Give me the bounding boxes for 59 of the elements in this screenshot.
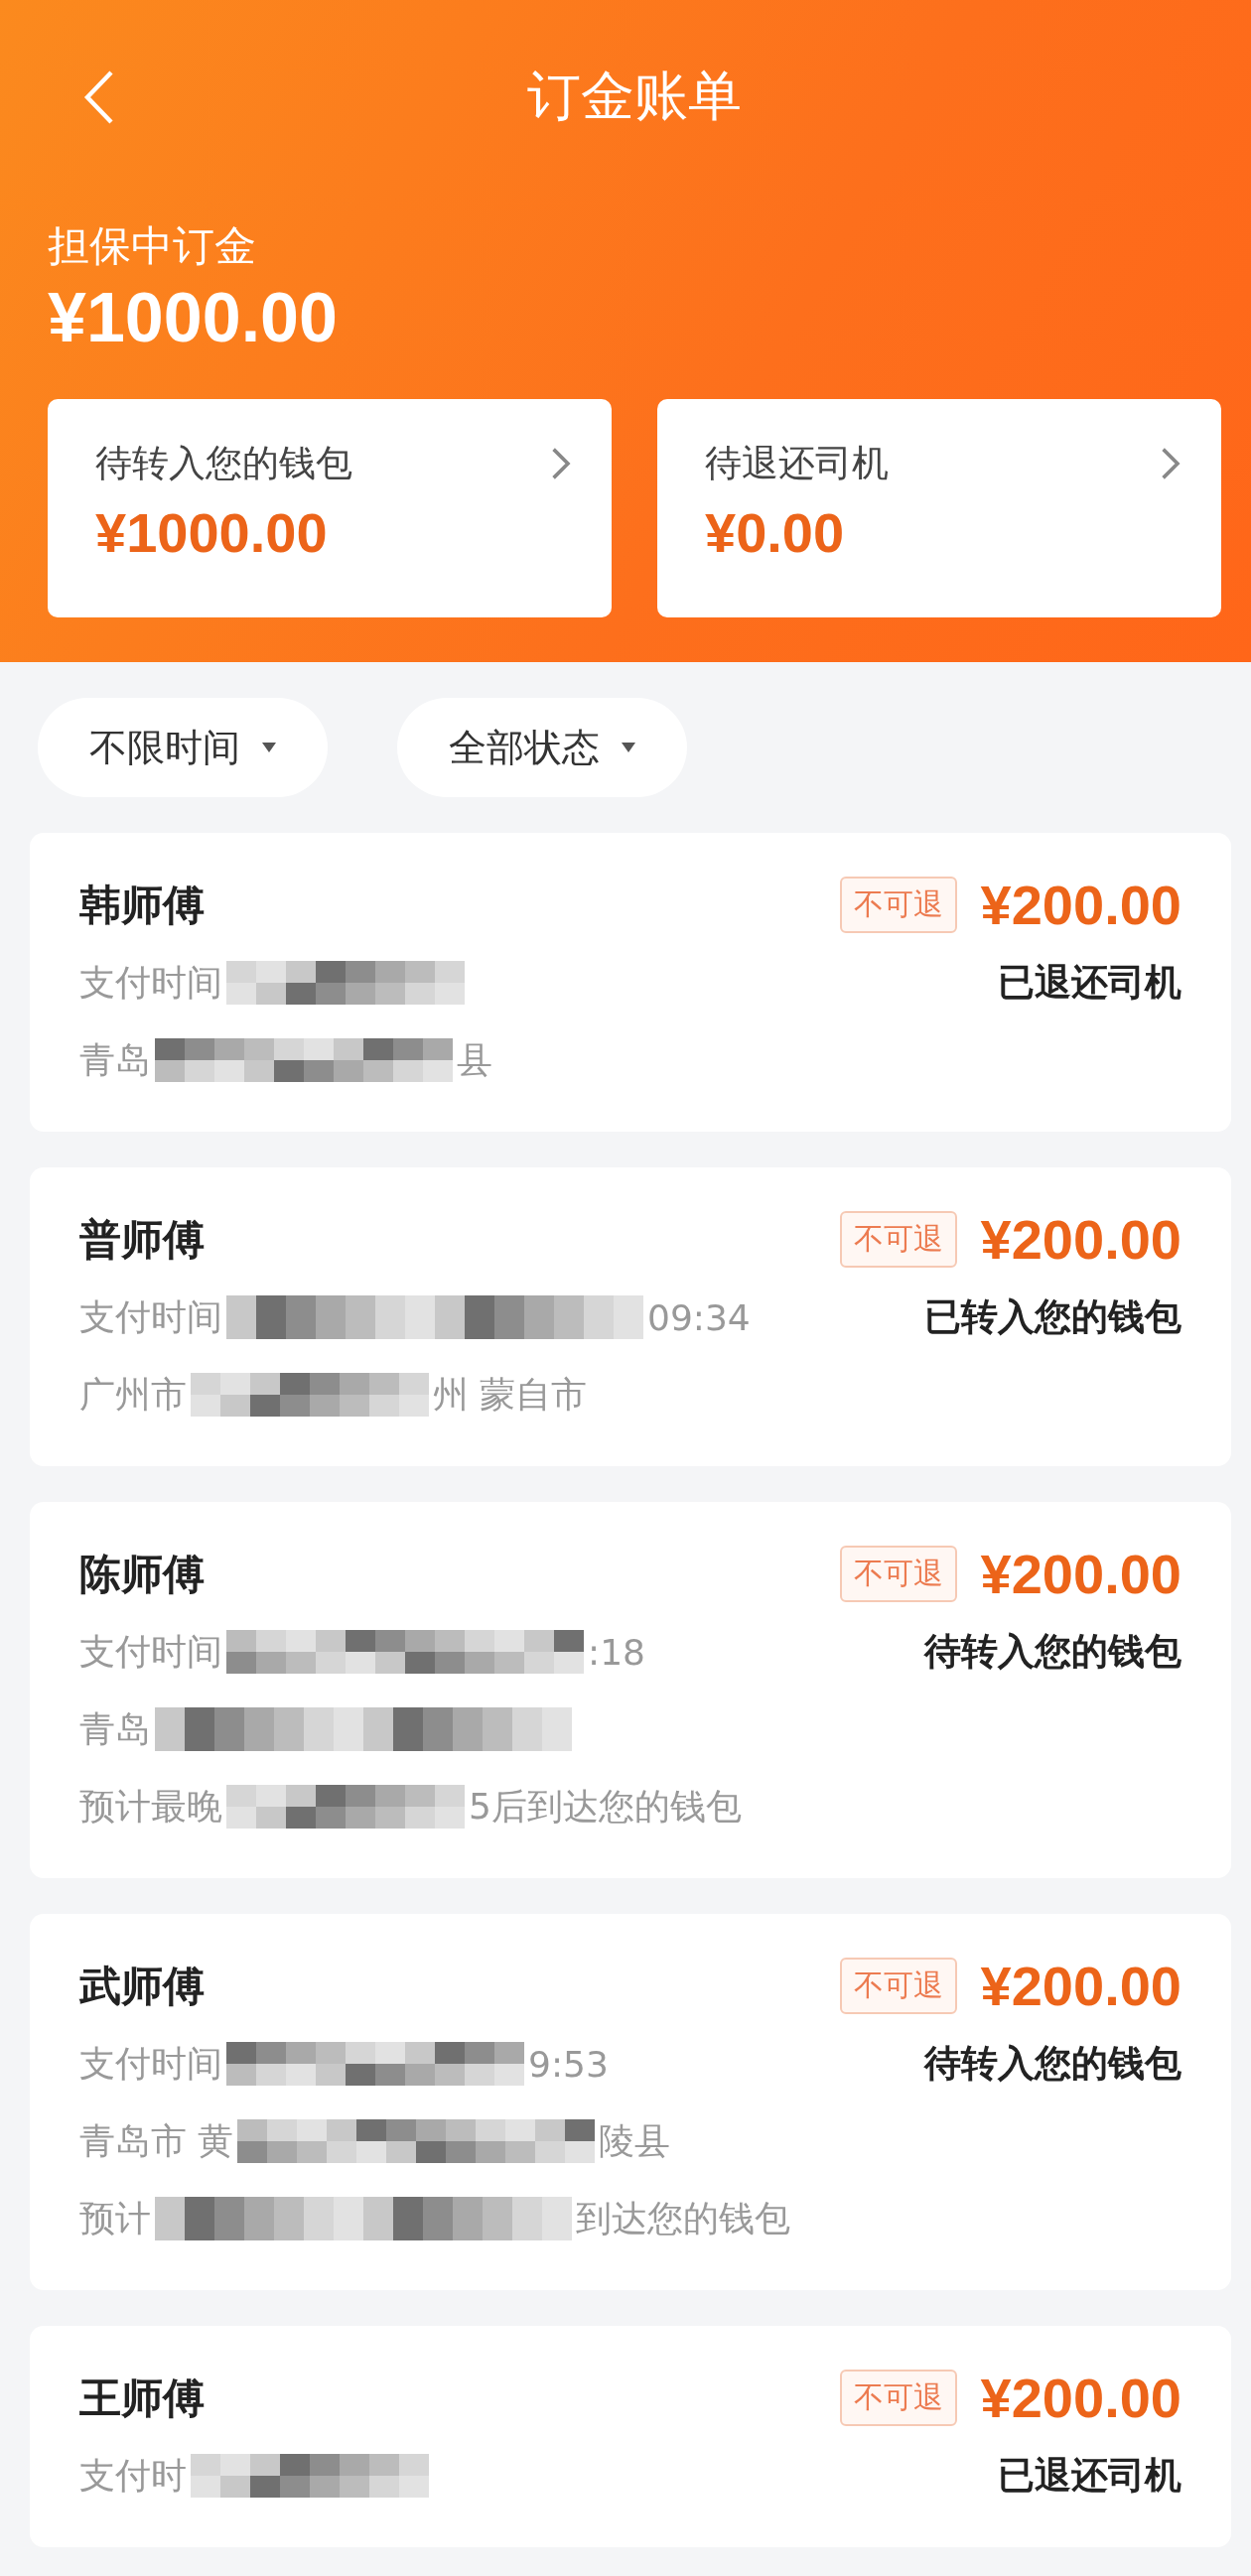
order-status: 待转入您的钱包 <box>924 2041 1182 2087</box>
order-status: 待转入您的钱包 <box>924 1629 1182 1675</box>
order-amount: ¥200.00 <box>980 2366 1182 2430</box>
refund-tag: 不可退 <box>839 1958 957 2014</box>
detail-text: 9:53 <box>528 2043 609 2085</box>
detail-text: :18 <box>588 1631 645 1673</box>
order-card[interactable]: 韩师傅 不可退 ¥200.00 支付时间 已退还司机 青岛 县 <box>30 833 1231 1132</box>
refund-tag: 不可退 <box>839 1211 957 1268</box>
detail-text: 青岛 <box>79 1706 151 1751</box>
detail-text: 支付时间 <box>79 1294 222 1339</box>
detail-text: 支付时间 <box>79 960 222 1005</box>
detail-text: 青岛市 黄 <box>79 2118 234 2163</box>
caret-icon <box>262 743 276 752</box>
chevron-right-icon <box>550 446 572 481</box>
detail-text: 州 蒙自市 <box>433 1372 588 1417</box>
summary-label: 待退还司机 <box>705 441 889 486</box>
order-amount: ¥200.00 <box>980 1542 1182 1606</box>
summary-label: 待转入您的钱包 <box>95 441 352 486</box>
order-card[interactable]: 普师傅 不可退 ¥200.00 支付时间 09:34 已转入您的钱包 广州市 州 蒙自市 <box>30 1167 1231 1466</box>
detail-text: 到达您的钱包 <box>576 2196 790 2240</box>
driver-name: 韩师傅 <box>79 879 205 931</box>
detail-text: 县 <box>457 1037 492 1082</box>
detail-text: 支付时间 <box>79 2041 222 2086</box>
detail-text: 陵县 <box>599 2118 671 2163</box>
detail-text: 5后到达您的钱包 <box>469 1784 742 1829</box>
detail-text: 预计 <box>79 2196 151 2240</box>
summary-card[interactable]: 待转入您的钱包 ¥1000.00 <box>48 399 612 617</box>
driver-name: 王师傅 <box>79 2372 205 2424</box>
summary-amount: ¥1000.00 <box>95 500 329 565</box>
filter-dropdown[interactable]: 全部状态 <box>397 698 687 797</box>
order-status: 已退还司机 <box>998 2453 1182 2499</box>
summary-amount: ¥0.00 <box>705 500 846 565</box>
escrow-label: 担保中订金 <box>48 220 257 272</box>
detail-text: 支付时间 <box>79 1629 222 1674</box>
order-card[interactable]: 陈师傅 不可退 ¥200.00 支付时间 :18 待转入您的钱包 青岛 预计最晚 5后到达您的钱包 <box>30 1502 1231 1878</box>
order-status: 已转入您的钱包 <box>924 1294 1182 1340</box>
order-status: 已退还司机 <box>998 960 1182 1006</box>
order-amount: ¥200.00 <box>980 1954 1182 2018</box>
driver-name: 武师傅 <box>79 1960 205 2012</box>
detail-text: 青岛 <box>79 1037 151 1082</box>
order-card[interactable]: 武师傅 不可退 ¥200.00 支付时间 9:53 待转入您的钱包 青岛市 黄 陵县 预计 到达您的钱包 <box>30 1914 1231 2290</box>
refund-tag: 不可退 <box>839 877 957 933</box>
summary-card[interactable]: 待退还司机 ¥0.00 <box>657 399 1221 617</box>
order-card[interactable]: 王师傅 不可退 ¥200.00 支付时 已退还司机 <box>30 2326 1231 2547</box>
driver-name: 普师傅 <box>79 1213 205 1266</box>
driver-name: 陈师傅 <box>79 1548 205 1600</box>
detail-text: 09:34 <box>647 1296 751 1338</box>
filter-dropdown[interactable]: 不限时间 <box>38 698 328 797</box>
chevron-right-icon <box>1160 446 1182 481</box>
detail-text: 支付时 <box>79 2453 187 2498</box>
order-amount: ¥200.00 <box>980 873 1182 937</box>
page-title: 订金账单 <box>527 64 742 129</box>
escrow-amount: ¥1000.00 <box>48 278 339 357</box>
detail-text: 广州市 <box>79 1372 187 1417</box>
refund-tag: 不可退 <box>839 1546 957 1602</box>
refund-tag: 不可退 <box>839 2370 957 2426</box>
detail-text: 预计最晚 <box>79 1784 222 1829</box>
order-amount: ¥200.00 <box>980 1207 1182 1272</box>
caret-icon <box>622 743 635 752</box>
